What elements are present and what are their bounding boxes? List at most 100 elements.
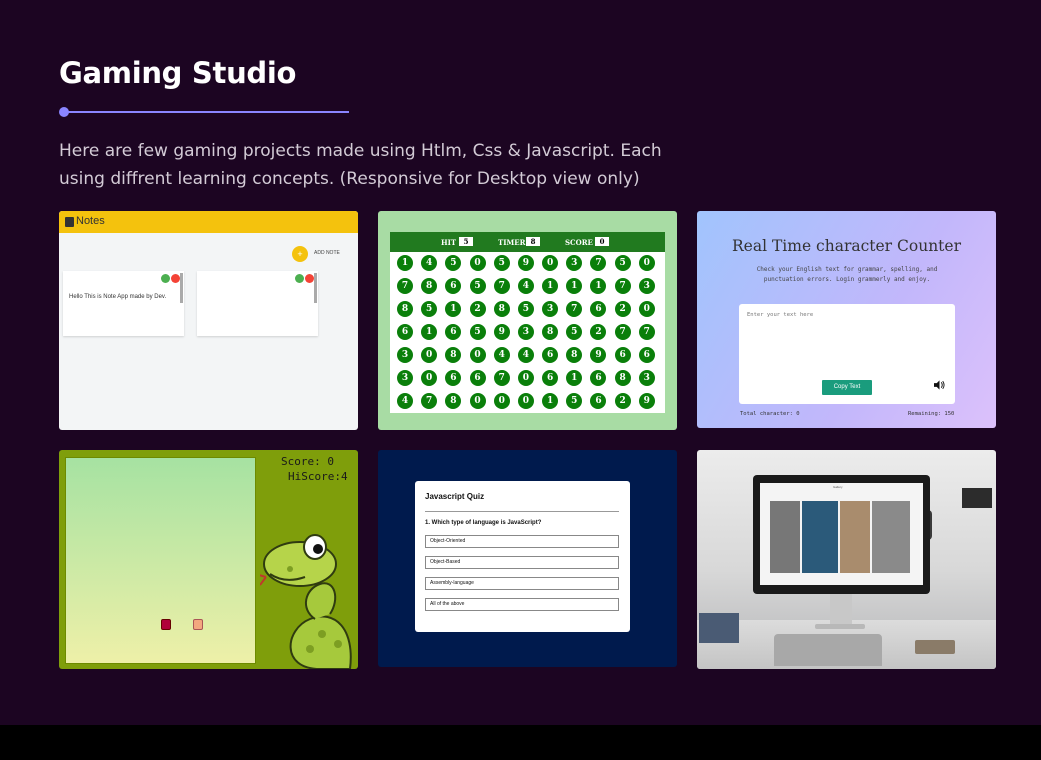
title-underline: [59, 107, 349, 117]
bubble-cell: 7: [421, 393, 438, 409]
note-card: Hello This is Note App made by Dev.: [63, 271, 184, 336]
quiz-option: All of the above: [425, 598, 619, 611]
bubble-cell: 6: [590, 301, 607, 317]
laptop: [774, 634, 882, 666]
bubble-cell: 1: [542, 393, 559, 409]
bubble-cell: 4: [517, 278, 534, 294]
snake-head: [161, 619, 171, 630]
bubble-cell: 0: [421, 347, 438, 363]
bubble-cell: 7: [614, 278, 631, 294]
project-card-character-counter[interactable]: Real Time character Counter Check your E…: [697, 211, 996, 428]
bubble-cell: 7: [638, 324, 655, 340]
bubble-cell: 7: [590, 255, 607, 271]
bubble-cell: 0: [469, 255, 486, 271]
bubble-cell: 1: [421, 324, 438, 340]
snake-hiscore: HiScore:4: [288, 470, 348, 483]
counter-placeholder: Enter your text here: [747, 312, 814, 318]
bubble-cell: 7: [493, 278, 510, 294]
bubble-cell: 3: [542, 301, 559, 317]
bubble-cell: 1: [566, 370, 583, 386]
hit-label: HIT: [441, 238, 457, 247]
project-card-notes[interactable]: Notes + ADD NOTE Hello This is Note App …: [59, 211, 358, 430]
section-title: Gaming Studio: [59, 56, 297, 90]
bubble-cell: 5: [469, 324, 486, 340]
bubble-cell: 7: [397, 278, 413, 294]
bubble-cell: 8: [614, 370, 631, 386]
bubble-cell: 5: [566, 324, 583, 340]
bubble-cell: 0: [517, 370, 534, 386]
bubble-cell: 0: [493, 393, 510, 409]
hit-value: 5: [459, 237, 473, 246]
bubble-cell: 3: [638, 370, 655, 386]
edit-icon: [161, 274, 170, 283]
quiz-title: Javascript Quiz: [425, 492, 485, 501]
bubble-cell: 2: [614, 301, 631, 317]
quiz-box: Javascript Quiz 1. Which type of languag…: [415, 481, 630, 632]
bubble-cell: 4: [517, 347, 534, 363]
bubble-cell: 9: [590, 347, 607, 363]
timer-value: 8: [526, 237, 540, 246]
project-card-gallery[interactable]: Gallery: [697, 450, 996, 669]
bubble-cell: 8: [445, 393, 462, 409]
bubble-cell: 9: [493, 324, 510, 340]
bubble-cell: 0: [517, 393, 534, 409]
bubble-cell: 9: [638, 393, 655, 409]
snake-food: [193, 619, 203, 630]
bubble-cell: 5: [445, 255, 462, 271]
bubble-cell: 3: [566, 255, 583, 271]
bubble-cell: 5: [614, 255, 631, 271]
bubble-cell: 4: [493, 347, 510, 363]
bubble-cell: 5: [469, 278, 486, 294]
bubble-cell: 8: [566, 347, 583, 363]
speaker-icon: [934, 380, 945, 390]
project-card-snake-game[interactable]: Score: 0 HiScore:4: [59, 450, 358, 669]
bubble-cell: 3: [397, 370, 413, 386]
hit-game-panel: HIT 5 TIMER 8 SCORE 0 145059037507865741…: [390, 232, 665, 413]
bubble-cell: 9: [517, 255, 534, 271]
add-note-button: +: [292, 246, 308, 262]
bubble-cell: 0: [421, 370, 438, 386]
quiz-question: 1. Which type of language is JavaScript?: [425, 520, 542, 526]
bubble-cell: 8: [445, 347, 462, 363]
bubble-cell: 0: [542, 255, 559, 271]
score-value: 0: [595, 237, 609, 246]
bubble-cell: 4: [397, 393, 413, 409]
bubble-cell: 3: [638, 278, 655, 294]
bubble-cell: 1: [445, 301, 462, 317]
total-character: Total character: 0: [740, 411, 800, 417]
snake-score: Score: 0: [281, 455, 334, 468]
quiz-option: Object-Based: [425, 556, 619, 569]
notes-icon: [65, 217, 74, 227]
note-card: [197, 271, 318, 336]
bubble-cell: 0: [638, 301, 655, 317]
bubble-cell: 4: [421, 255, 438, 271]
section-description: Here are few gaming projects made using …: [59, 141, 662, 189]
bubble-cell: 6: [397, 324, 413, 340]
bubble-cell: 5: [421, 301, 438, 317]
bubble-cell: 2: [469, 301, 486, 317]
delete-icon: [305, 274, 314, 283]
bubble-grid: 1450590375078657411173851285376206165938…: [397, 255, 663, 409]
add-note-label: ADD NOTE: [314, 250, 340, 256]
bubble-cell: 5: [566, 393, 583, 409]
counter-textarea: Enter your text here Copy Text: [739, 304, 955, 404]
bubble-cell: 3: [517, 324, 534, 340]
monitor: Gallery: [753, 475, 930, 594]
project-card-javascript-quiz[interactable]: Javascript Quiz 1. Which type of languag…: [378, 450, 677, 667]
bubble-cell: 6: [469, 370, 486, 386]
delete-icon: [171, 274, 180, 283]
remaining-character: Remaining: 150: [908, 411, 955, 417]
note-text: Hello This is Note App made by Dev.: [69, 294, 167, 300]
gallery-image: [770, 501, 800, 573]
snake-field: [65, 457, 256, 664]
edit-icon: [295, 274, 304, 283]
bubble-cell: 8: [542, 324, 559, 340]
project-card-hit-game[interactable]: HIT 5 TIMER 8 SCORE 0 145059037507865741…: [378, 211, 677, 430]
bubble-cell: 6: [590, 370, 607, 386]
bubble-cell: 5: [493, 255, 510, 271]
bubble-cell: 2: [614, 393, 631, 409]
bubble-cell: 1: [542, 278, 559, 294]
bubble-cell: 5: [517, 301, 534, 317]
bubble-cell: 6: [445, 370, 462, 386]
copy-text-button: Copy Text: [822, 380, 872, 395]
